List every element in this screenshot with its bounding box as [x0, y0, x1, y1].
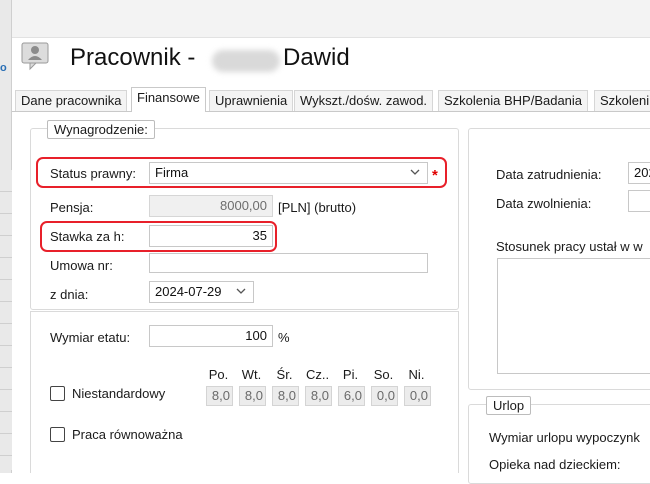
- day-hours-pi[interactable]: 6,0: [338, 386, 365, 406]
- wymiar-etatu-input[interactable]: 100: [149, 325, 273, 347]
- pensja-input[interactable]: 8000,00: [149, 195, 273, 217]
- stosunek-pracy-textarea[interactable]: [497, 258, 650, 374]
- wymiar-etatu-label: Wymiar etatu:: [50, 330, 131, 345]
- day-hours-ni[interactable]: 0,0: [404, 386, 431, 406]
- user-icon: [21, 41, 51, 71]
- wynagrodzenie-legend: Wynagrodzenie:: [47, 120, 155, 139]
- opieka-label: Opieka nad dzieckiem:: [489, 457, 621, 472]
- tab-szkolenia-bhp[interactable]: Szkolenia BHP/Badania: [438, 90, 589, 111]
- praca-rownowazna-label: Praca równoważna: [72, 427, 183, 442]
- background-window-strip: o: [0, 0, 12, 473]
- z-dnia-datepicker[interactable]: 2024-07-29: [149, 281, 254, 303]
- z-dnia-value: 2024-07-29: [155, 284, 222, 299]
- pensja-suffix: [PLN] (brutto): [278, 200, 357, 215]
- wymiar-etatu-suffix: %: [278, 330, 290, 345]
- page-title-prefix: Pracownik -: [70, 44, 196, 71]
- day-hours-po[interactable]: 8,0: [206, 386, 233, 406]
- day-label-po: Po.: [208, 367, 229, 382]
- day-label-sr: Śr.: [276, 367, 293, 382]
- umowa-label: Umowa nr:: [50, 258, 113, 273]
- required-marker: *: [432, 167, 438, 184]
- niestandardowy-checkbox[interactable]: [50, 386, 65, 401]
- status-label: Status prawny:: [50, 166, 136, 181]
- tab-dane-pracownika[interactable]: Dane pracownika: [15, 90, 128, 111]
- stawka-label: Stawka za h:: [50, 229, 125, 244]
- blurred-surname: [212, 50, 280, 72]
- window-top-strip: [0, 0, 650, 38]
- left-panel-edge-right: [458, 312, 459, 473]
- status-value: Firma: [155, 165, 189, 180]
- chevron-down-icon: [235, 285, 247, 301]
- tab-szkolenia[interactable]: Szkoleni: [594, 90, 650, 111]
- data-zwolnienia-input[interactable]: [628, 190, 650, 212]
- day-label-cz: Cz..: [305, 367, 330, 382]
- praca-rownowazna-checkbox[interactable]: [50, 427, 65, 442]
- z-dnia-label: z dnia:: [50, 287, 89, 302]
- pensja-label: Pensja:: [50, 200, 94, 215]
- left-panel-edge: [30, 312, 31, 473]
- stosunek-pracy-label: Stosunek pracy ustał w w: [496, 239, 643, 254]
- chevron-down-icon: [409, 166, 421, 182]
- tab-wyksztalcenie[interactable]: Wykszt./dośw. zawod.: [294, 90, 434, 111]
- urlop-legend: Urlop: [486, 396, 532, 415]
- niestandardowy-label: Niestandardowy: [72, 386, 166, 401]
- day-hours-so[interactable]: 0,0: [371, 386, 398, 406]
- status-select[interactable]: Firma: [149, 162, 428, 184]
- day-label-ni: Ni.: [408, 367, 425, 382]
- tab-finansowe[interactable]: Finansowe: [131, 87, 206, 112]
- day-hours-cz[interactable]: 8,0: [305, 386, 332, 406]
- umowa-input[interactable]: [149, 253, 428, 273]
- day-hours-wt[interactable]: 8,0: [239, 386, 266, 406]
- day-label-wt: Wt.: [241, 367, 262, 382]
- day-label-so: So.: [373, 367, 394, 382]
- wymiar-urlopu-label: Wymiar urlopu wypoczynk: [489, 430, 640, 445]
- day-label-pi: Pi.: [342, 367, 359, 382]
- tab-strip-line: [12, 111, 650, 112]
- data-zwolnienia-label: Data zwolnienia:: [496, 196, 592, 211]
- etat-divider: [30, 311, 459, 312]
- data-zatrudnienia-label: Data zatrudnienia:: [496, 167, 602, 182]
- tab-uprawnienia[interactable]: Uprawnienia: [209, 90, 294, 111]
- page-title-name: Dawid: [283, 44, 350, 71]
- data-zatrudnienia-input[interactable]: 202: [628, 162, 650, 184]
- header: Pracownik - Dawid: [12, 38, 650, 84]
- stawka-input[interactable]: 35: [149, 225, 273, 247]
- day-hours-sr[interactable]: 8,0: [272, 386, 299, 406]
